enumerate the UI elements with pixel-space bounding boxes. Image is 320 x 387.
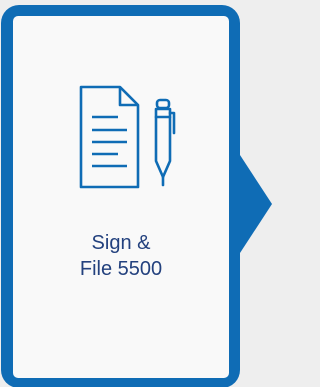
document-icon (79, 85, 140, 189)
step-card-panel (13, 16, 229, 378)
document-and-pen-icon (79, 85, 176, 189)
step-label: Sign & File 5500 (13, 230, 229, 282)
pen-icon (154, 98, 176, 187)
step-label-line-1: Sign & (91, 232, 151, 254)
step-label-line-2: File 5500 (79, 258, 163, 280)
step-tile-container: Sign & File 5500 (0, 0, 272, 387)
next-step-arrow (240, 155, 272, 253)
